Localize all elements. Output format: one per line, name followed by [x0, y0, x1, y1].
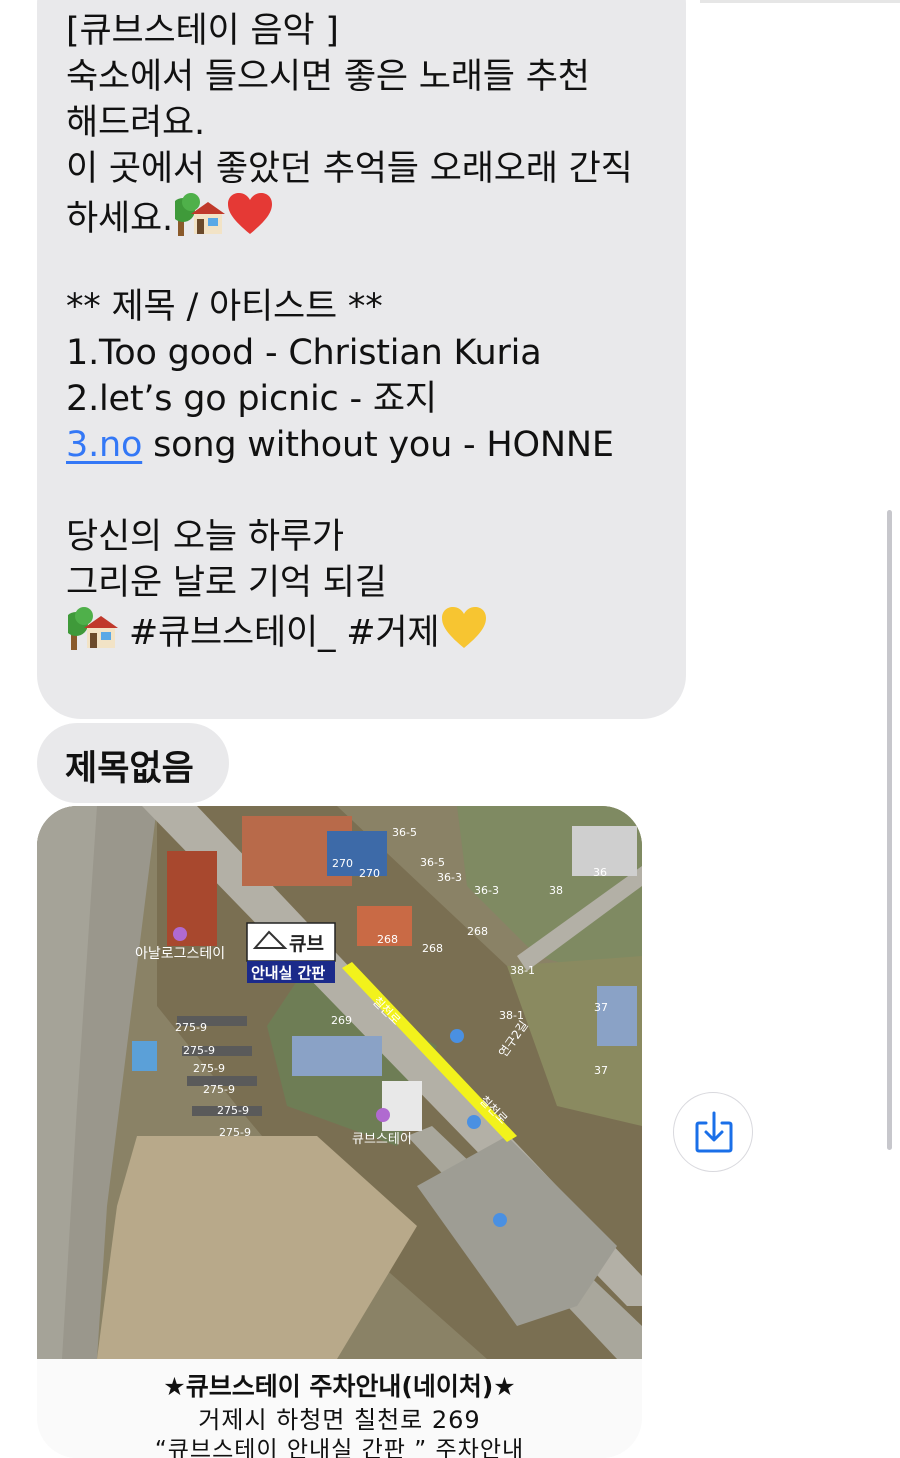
scrollbar[interactable] — [887, 510, 892, 1150]
sign-label: 안내실 간판 — [251, 964, 325, 982]
map-label: 275-9 — [193, 1062, 225, 1075]
message-line: song without you - HONNE — [142, 425, 614, 465]
map-label: 275-9 — [175, 1021, 207, 1034]
top-edge — [700, 0, 900, 3]
map-label: 268 — [467, 925, 488, 938]
map-label: 36-5 — [420, 856, 445, 869]
sign-brand: 큐브 — [289, 933, 324, 955]
map-label: 275-9 — [217, 1104, 249, 1117]
map-label: 270 — [332, 857, 353, 870]
map-label: 275-9 — [183, 1044, 215, 1057]
map-label: 268 — [377, 933, 398, 946]
message-line: ** 제목 / 아티스트 ** — [66, 287, 383, 327]
message-line: 1.Too good - Christian Kuria — [66, 333, 542, 373]
caption-title: ★큐브스테이 주차안내(네이처)★ — [163, 1372, 516, 1401]
map-label: 38 — [549, 884, 563, 897]
message-line: #큐브스테이_ #거제 — [118, 613, 440, 653]
house-with-garden-icon — [170, 192, 225, 248]
message-line: 숙소에서 들으시면 좋은 노래들 추천 — [66, 57, 590, 97]
satellite-map: 아날로그스테이 큐브스테이 칠천로 칠천로 연구2길 36-5 36-5 36-… — [37, 806, 642, 1359]
message-line-with-emoji: #큐브스테이_ #거제 — [64, 606, 676, 653]
map-label: 275-9 — [219, 1126, 251, 1139]
house-with-garden-icon — [64, 606, 118, 662]
map-label: 큐브스테이 — [352, 1132, 412, 1147]
map-label: 36 — [593, 866, 607, 879]
guide-sign: 큐브 안내실 간판 — [246, 922, 336, 983]
map-image-attachment[interactable]: 아날로그스테이 큐브스테이 칠천로 칠천로 연구2길 36-5 36-5 36-… — [37, 806, 642, 1458]
title-bubble[interactable]: 제목없음 — [37, 723, 229, 803]
detected-link[interactable]: 3.no — [66, 425, 142, 465]
red-heart-icon — [227, 192, 273, 248]
message-line-with-emoji: 하세요. — [66, 192, 676, 239]
map-label: 아날로그스테이 — [135, 946, 225, 962]
message-line: [큐브스테이 음악 ] — [66, 11, 339, 51]
message-line: 당신의 오늘 하루가 — [66, 517, 344, 557]
map-label: 268 — [422, 942, 443, 955]
message-line: 그리운 날로 기억 되길 — [66, 563, 387, 603]
title-text: 제목없음 — [65, 749, 194, 789]
map-label: 37 — [594, 1064, 608, 1077]
map-label: 36-5 — [392, 826, 417, 839]
map-label: 36-3 — [474, 884, 499, 897]
map-label: 269 — [331, 1014, 352, 1027]
message-line: 2.let’s go picnic - 죠지 — [66, 379, 437, 419]
message-line: 이 곳에서 좋았던 추억들 오래오래 간직 — [66, 149, 633, 189]
map-label: 275-9 — [203, 1083, 235, 1096]
message-line: 하세요. — [66, 199, 173, 239]
map-label: 37 — [594, 1001, 608, 1014]
yellow-heart-icon — [441, 606, 487, 662]
map-label: 38-1 — [510, 964, 535, 977]
map-caption: ★큐브스테이 주차안내(네이처)★ 거제시 하청면 칠천로 269 “큐브스테이… — [37, 1359, 642, 1458]
message-line-with-link: 3.no song without you - HONNE — [66, 422, 676, 468]
save-image-button[interactable] — [673, 1092, 753, 1172]
map-label: 36-3 — [437, 871, 462, 884]
message-text: [큐브스테이 음악 ] 숙소에서 들으시면 좋은 노래들 추천 해드려요. 이 … — [64, 8, 676, 653]
save-download-icon — [695, 1111, 733, 1153]
caption-note: “큐브스테이 안내실 간판 ” 주차안내 — [154, 1437, 525, 1458]
message-line: 해드려요. — [66, 103, 205, 143]
map-label: 270 — [359, 867, 380, 880]
map-label: 38-1 — [499, 1009, 524, 1022]
